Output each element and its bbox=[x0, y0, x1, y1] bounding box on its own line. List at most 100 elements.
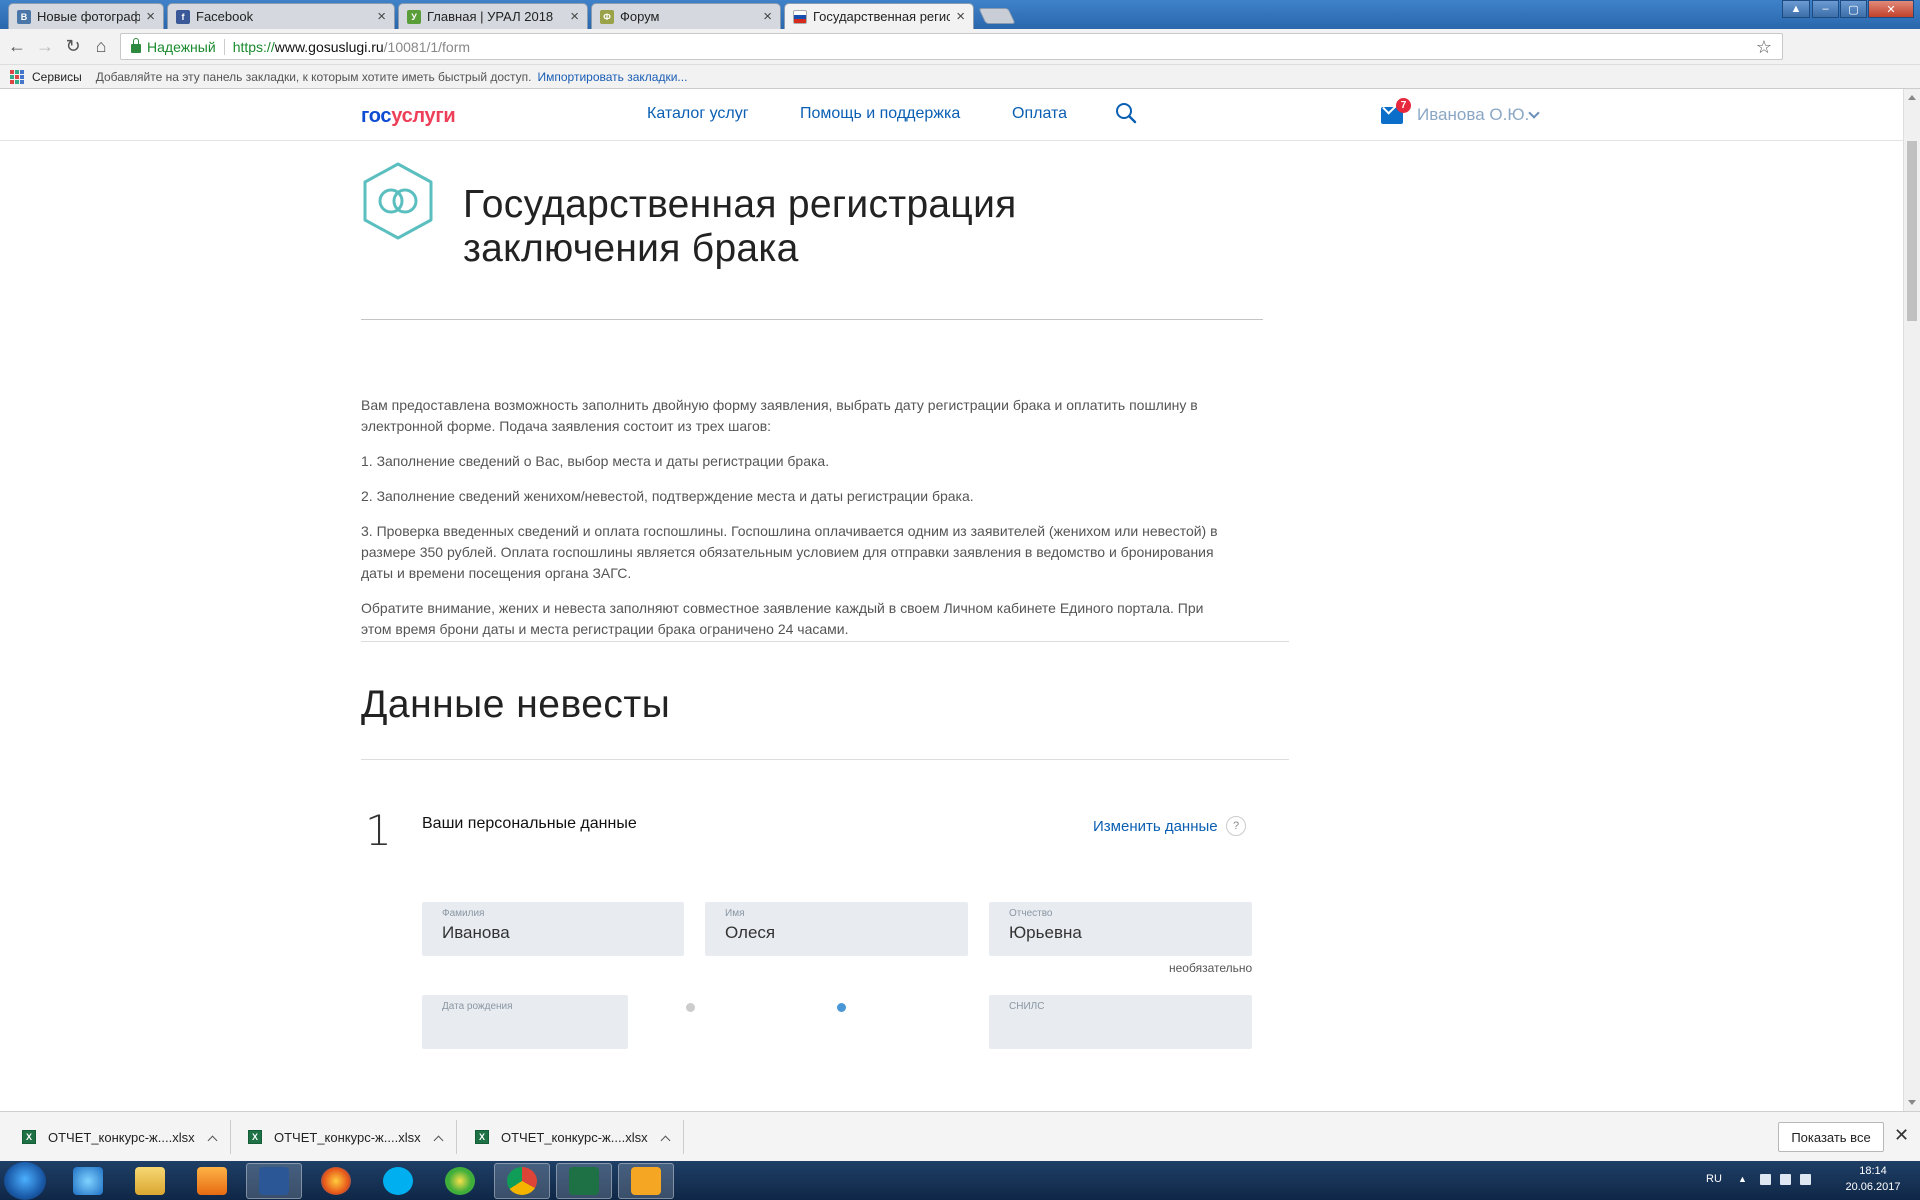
browser-tab-strip: В Новые фотографии × f Facebook × У Глав… bbox=[0, 0, 1920, 29]
bookmark-services[interactable]: Сервисы bbox=[32, 70, 82, 84]
taskbar-media[interactable] bbox=[184, 1163, 240, 1199]
vertical-scrollbar[interactable] bbox=[1903, 89, 1920, 1111]
surname-field[interactable]: Фамилия Иванова bbox=[422, 902, 684, 956]
site-header: госуслуги Каталог услуг Помощь и поддерж… bbox=[0, 89, 1903, 141]
chevron-up-icon[interactable] bbox=[660, 1135, 671, 1145]
clock-date[interactable]: 20.06.2017 bbox=[1838, 1181, 1908, 1193]
home-icon[interactable]: ⌂ bbox=[90, 36, 112, 57]
tab-vk[interactable]: В Новые фотографии × bbox=[8, 3, 164, 29]
taskbar-excel[interactable] bbox=[556, 1163, 612, 1199]
nav-payment[interactable]: Оплата bbox=[1012, 105, 1067, 123]
field-label: Дата рождения bbox=[442, 1001, 513, 1012]
patronymic-field[interactable]: Отчество Юрьевна bbox=[989, 902, 1252, 956]
language-indicator[interactable]: RU bbox=[1706, 1173, 1722, 1185]
close-icon[interactable]: × bbox=[763, 8, 772, 25]
close-window-button[interactable]: ✕ bbox=[1868, 0, 1914, 18]
section-title: Данные невесты bbox=[361, 683, 671, 726]
name-field[interactable]: Имя Олеся bbox=[705, 902, 968, 956]
taskbar-ie[interactable] bbox=[60, 1163, 116, 1199]
tab-forum[interactable]: Ф Форум × bbox=[591, 3, 781, 29]
nav-catalog[interactable]: Каталог услуг bbox=[647, 105, 749, 123]
start-button[interactable] bbox=[4, 1162, 46, 1200]
taskbar-icq[interactable] bbox=[432, 1163, 488, 1199]
apps-grid-icon[interactable] bbox=[10, 69, 24, 84]
scroll-up-icon[interactable] bbox=[1908, 95, 1916, 100]
search-icon[interactable] bbox=[1115, 102, 1137, 124]
change-data-link[interactable]: Изменить данные bbox=[1093, 818, 1218, 835]
birthdate-field[interactable]: Дата рождения bbox=[422, 995, 628, 1049]
taskbar-chrome[interactable] bbox=[494, 1163, 550, 1199]
maximize-button[interactable]: ▢ bbox=[1840, 0, 1867, 18]
system-tray: RU ▲ 18:14 20.06.2017 bbox=[1700, 1161, 1920, 1200]
import-bookmarks-link[interactable]: Импортировать закладки... bbox=[538, 70, 688, 84]
bookmarks-bar: Сервисы Добавляйте на эту панель закладк… bbox=[0, 65, 1920, 89]
address-bar[interactable]: Надежный https:// www.gosuslugi.ru /1008… bbox=[120, 33, 1783, 60]
clock-time[interactable]: 18:14 bbox=[1838, 1165, 1908, 1177]
chevron-up-icon[interactable]: ▲ bbox=[1738, 1174, 1749, 1185]
close-icon[interactable]: × bbox=[146, 8, 155, 25]
new-tab-button[interactable] bbox=[978, 8, 1016, 24]
chevron-up-icon[interactable] bbox=[433, 1135, 444, 1145]
excel-file-icon: X bbox=[248, 1130, 262, 1144]
page-viewport: госуслуги Каталог услуг Помощь и поддерж… bbox=[0, 89, 1903, 1111]
field-label: Отчество bbox=[1009, 908, 1053, 919]
lock-icon bbox=[131, 38, 141, 53]
download-item[interactable]: X ОТЧЕТ_конкурс-ж....xlsx bbox=[248, 1112, 444, 1162]
field-value: Юрьевна bbox=[1009, 923, 1082, 942]
radio-option[interactable] bbox=[686, 1003, 695, 1012]
back-arrow-icon[interactable]: ← bbox=[6, 36, 28, 57]
scrollbar-thumb[interactable] bbox=[1907, 141, 1917, 321]
intro-text: Вам предоставлена возможность заполнить … bbox=[361, 395, 1221, 654]
field-label: Фамилия bbox=[442, 908, 485, 919]
window-user-button[interactable]: ▲ bbox=[1782, 0, 1810, 18]
close-icon[interactable]: × bbox=[956, 8, 965, 25]
close-icon[interactable]: ✕ bbox=[1894, 1125, 1909, 1146]
close-icon[interactable]: × bbox=[570, 8, 579, 25]
wedding-rings-icon bbox=[363, 162, 433, 240]
step-number: 1 bbox=[365, 806, 392, 855]
minimize-button[interactable]: ‒ bbox=[1812, 0, 1839, 18]
gosuslugi-logo[interactable]: госуслуги bbox=[361, 105, 456, 128]
intro-paragraph: 2. Заполнение сведений женихом/невестой,… bbox=[361, 488, 974, 504]
flag-icon[interactable] bbox=[1760, 1174, 1771, 1185]
divider bbox=[223, 38, 225, 55]
divider bbox=[361, 641, 1289, 642]
forward-arrow-icon[interactable]: → bbox=[34, 36, 56, 57]
page-title-line: Государственная регистрация bbox=[463, 183, 1017, 226]
download-item[interactable]: X ОТЧЕТ_конкурс-ж....xlsx bbox=[475, 1112, 671, 1162]
media-player-icon bbox=[197, 1167, 227, 1195]
windows-taskbar: RU ▲ 18:14 20.06.2017 bbox=[0, 1161, 1920, 1200]
nav-help[interactable]: Помощь и поддержка bbox=[800, 105, 960, 123]
help-icon[interactable]: ? bbox=[1226, 816, 1246, 836]
user-name[interactable]: Иванова О.Ю. bbox=[1417, 105, 1529, 125]
taskbar-skype[interactable] bbox=[370, 1163, 426, 1199]
taskbar-explorer[interactable] bbox=[122, 1163, 178, 1199]
tab-gosuslugi[interactable]: Государственная регист × bbox=[784, 3, 974, 29]
intro-paragraph: 3. Проверка введенных сведений и оплата … bbox=[361, 523, 1218, 581]
reload-icon[interactable]: ↻ bbox=[62, 36, 84, 57]
logo-part: услуги bbox=[391, 105, 456, 127]
downloads-bar: X ОТЧЕТ_конкурс-ж....xlsx X ОТЧЕТ_конкур… bbox=[0, 1111, 1920, 1161]
tab-title: Facebook bbox=[196, 9, 254, 24]
close-icon[interactable]: × bbox=[377, 8, 386, 25]
field-value: Иванова bbox=[442, 923, 510, 942]
download-item[interactable]: X ОТЧЕТ_конкурс-ж....xlsx bbox=[22, 1112, 218, 1162]
network-icon[interactable] bbox=[1780, 1174, 1791, 1185]
show-all-downloads-button[interactable]: Показать все bbox=[1778, 1122, 1884, 1152]
taskbar-outlook[interactable] bbox=[618, 1163, 674, 1199]
bookmark-star-icon[interactable]: ☆ bbox=[1756, 37, 1772, 58]
scroll-down-icon[interactable] bbox=[1908, 1100, 1916, 1105]
mail-count-badge: 7 bbox=[1396, 98, 1411, 113]
url-host: www.gosuslugi.ru bbox=[274, 38, 384, 55]
tab-ural[interactable]: У Главная | УРАЛ 2018 × bbox=[398, 3, 588, 29]
chevron-down-icon[interactable] bbox=[1528, 107, 1540, 119]
taskbar-word[interactable] bbox=[246, 1163, 302, 1199]
url-path: /10081/1/form bbox=[383, 38, 471, 55]
taskbar-firefox[interactable] bbox=[308, 1163, 364, 1199]
tab-facebook[interactable]: f Facebook × bbox=[167, 3, 395, 29]
chevron-up-icon[interactable] bbox=[207, 1135, 218, 1145]
snils-field[interactable]: СНИЛС bbox=[989, 995, 1252, 1049]
volume-icon[interactable] bbox=[1800, 1174, 1811, 1185]
radio-option-selected[interactable] bbox=[837, 1003, 846, 1012]
intro-paragraph: Вам предоставлена возможность заполнить … bbox=[361, 397, 1198, 434]
